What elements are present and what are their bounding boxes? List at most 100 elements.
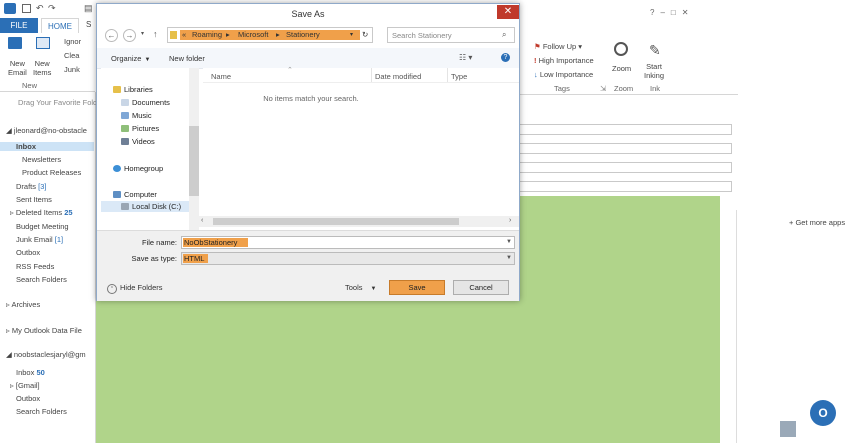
help-button[interactable]: ? [650, 8, 660, 17]
column-name[interactable]: Name [211, 72, 231, 81]
cancel-button[interactable]: Cancel [453, 280, 509, 295]
down-arrow-icon: ↓ [534, 70, 538, 79]
column-type[interactable]: Type [451, 72, 467, 81]
dialog-close-button[interactable]: ✕ [497, 5, 519, 19]
folder-gmail[interactable]: ▹ [Gmail] [10, 381, 40, 390]
account-archives[interactable]: ▹ Archives [6, 300, 40, 309]
save-button[interactable]: Save [389, 280, 445, 295]
save-icon[interactable] [22, 4, 31, 13]
tab-file[interactable]: FILE [0, 18, 38, 33]
folder-product-releases[interactable]: Product Releases [22, 168, 81, 177]
folder-outbox[interactable]: Outbox [16, 248, 40, 257]
search-box[interactable]: Search Stationery ⌕ [387, 27, 515, 43]
maximize-button[interactable]: □ [671, 8, 682, 17]
save-as-type-select[interactable]: HTML ▼ [181, 252, 515, 265]
back-icon[interactable]: ← [105, 29, 118, 42]
column-date-modified[interactable]: Date modified [375, 72, 421, 81]
dialog-launcher-icon[interactable]: ⇲ [600, 84, 606, 93]
recent-locations-icon[interactable]: ▾ [141, 30, 144, 37]
zoom-button[interactable]: Zoom [612, 64, 631, 73]
new-items-label-2: Items [33, 68, 52, 77]
folder-junk-email[interactable]: Junk Email [1] [16, 235, 63, 244]
file-name-input[interactable]: NoObStationery ▼ [181, 236, 515, 249]
tree-homegroup[interactable]: Homegroup [113, 164, 163, 173]
tree-videos[interactable]: Videos [121, 137, 155, 146]
tools-button[interactable]: Tools ▼ [345, 283, 376, 292]
search-icon[interactable]: ⌕ [502, 30, 506, 40]
up-icon[interactable]: ↑ [153, 29, 158, 39]
breadcrumb-root[interactable]: « [182, 30, 186, 39]
new-email-button[interactable]: New Email [8, 59, 27, 77]
scroll-left-icon[interactable]: ‹ [201, 217, 203, 224]
low-importance-button[interactable]: ↓ Low Importance [534, 70, 593, 79]
window-controls[interactable]: ?–□✕ [650, 8, 694, 17]
tree-music[interactable]: Music [121, 111, 152, 120]
folder-newsletters[interactable]: Newsletters [22, 155, 61, 164]
file-list-scrollbar-thumb[interactable] [213, 218, 459, 225]
folder-drafts[interactable]: Drafts [3] [16, 182, 46, 191]
organize-label: Organize [111, 54, 142, 63]
address-dropdown-icon[interactable]: ▾ [350, 31, 353, 38]
tree-local-disk[interactable]: Local Disk (C:) [101, 201, 191, 212]
folder-outbox-2[interactable]: Outbox [16, 394, 40, 403]
clean-up-button[interactable]: Clea [64, 51, 79, 60]
chevron-down-icon[interactable]: ▼ [506, 255, 512, 261]
tab-send-receive[interactable]: S [86, 20, 91, 29]
breadcrumb-roaming[interactable]: Roaming [192, 30, 222, 39]
folder-search-folders-2[interactable]: Search Folders [16, 407, 67, 416]
scroll-right-icon[interactable]: › [509, 217, 511, 224]
tab-home[interactable]: HOME [41, 18, 79, 33]
zoom-icon[interactable] [614, 42, 628, 56]
account-my-outlook-data-file[interactable]: ▹ My Outlook Data File [6, 326, 82, 335]
junk-button[interactable]: Junk [64, 65, 80, 74]
follow-up-button[interactable]: ⚑ Follow Up ▾ [534, 42, 582, 51]
new-items-icon[interactable] [36, 37, 50, 49]
address-breadcrumb[interactable]: « Roaming ▸ Microsoft ▸ Stationery ▾ ↻ [167, 27, 373, 43]
folder-deleted-items[interactable]: ▹ Deleted Items 25 [10, 208, 73, 217]
folder-inbox[interactable]: Inbox [0, 142, 94, 151]
folder-rss-feeds[interactable]: RSS Feeds [16, 262, 54, 271]
high-importance-button[interactable]: ! High Importance [534, 56, 594, 65]
follow-up-label: Follow Up [542, 42, 577, 51]
folder-search-folders[interactable]: Search Folders [16, 275, 67, 284]
new-email-icon[interactable] [8, 37, 22, 49]
column-divider[interactable] [447, 68, 448, 82]
close-button[interactable]: ✕ [682, 8, 695, 17]
undo-icon[interactable]: ↶ [36, 3, 44, 14]
get-more-apps-link[interactable]: + Get more apps [789, 218, 845, 227]
outlook-taskbar-icon[interactable]: O [808, 396, 842, 430]
tree-pictures[interactable]: Pictures [121, 124, 159, 133]
folder-sent-items[interactable]: Sent Items [16, 195, 52, 204]
account-name: noobstaclesjaryl@gm [13, 350, 86, 359]
new-folder-button[interactable]: New folder [169, 54, 205, 63]
start-inking-button[interactable]: Start Inking [644, 62, 664, 80]
collapse-icon: ⌃ [107, 284, 117, 294]
redo-icon[interactable]: ↷ [48, 3, 56, 14]
refresh-icon[interactable]: ↻ [362, 30, 368, 39]
account-2-header[interactable]: ◢ noobstaclesjaryl@gm [6, 350, 86, 359]
account-1-header[interactable]: ◢ jleonard@no-obstacle [6, 126, 87, 135]
view-options-icon[interactable]: ☷ ▾ [459, 53, 472, 62]
organize-button[interactable]: Organize ▼ [111, 54, 150, 63]
user-avatar[interactable] [780, 421, 796, 437]
breadcrumb-stationery[interactable]: Stationery [286, 30, 320, 39]
hide-folders-button[interactable]: ⌃ Hide Folders [107, 283, 163, 294]
forward-icon[interactable]: → [123, 29, 136, 42]
chevron-down-icon[interactable]: ▼ [506, 239, 512, 245]
tree-documents[interactable]: Documents [121, 98, 170, 107]
pen-icon[interactable]: ✎ [649, 42, 661, 59]
nav-scrollbar-thumb[interactable] [189, 126, 199, 196]
column-header-row: Name ⌃ Date modified Type [203, 67, 519, 83]
tree-libraries[interactable]: Libraries [113, 85, 153, 94]
tree-computer[interactable]: Computer [113, 190, 157, 199]
breadcrumb-microsoft[interactable]: Microsoft [238, 30, 268, 39]
quick-access-icon[interactable]: ▤ [84, 3, 93, 14]
new-items-button[interactable]: New Items [33, 59, 51, 77]
folder-budget-meeting[interactable]: Budget Meeting [16, 222, 69, 231]
tree-label: Homegroup [124, 164, 164, 173]
help-icon[interactable]: ? [501, 53, 510, 62]
minimize-button[interactable]: – [660, 8, 670, 17]
column-divider[interactable] [371, 68, 372, 82]
ignore-button[interactable]: Ignor [64, 37, 81, 46]
folder-inbox-2[interactable]: Inbox 50 [16, 368, 45, 377]
